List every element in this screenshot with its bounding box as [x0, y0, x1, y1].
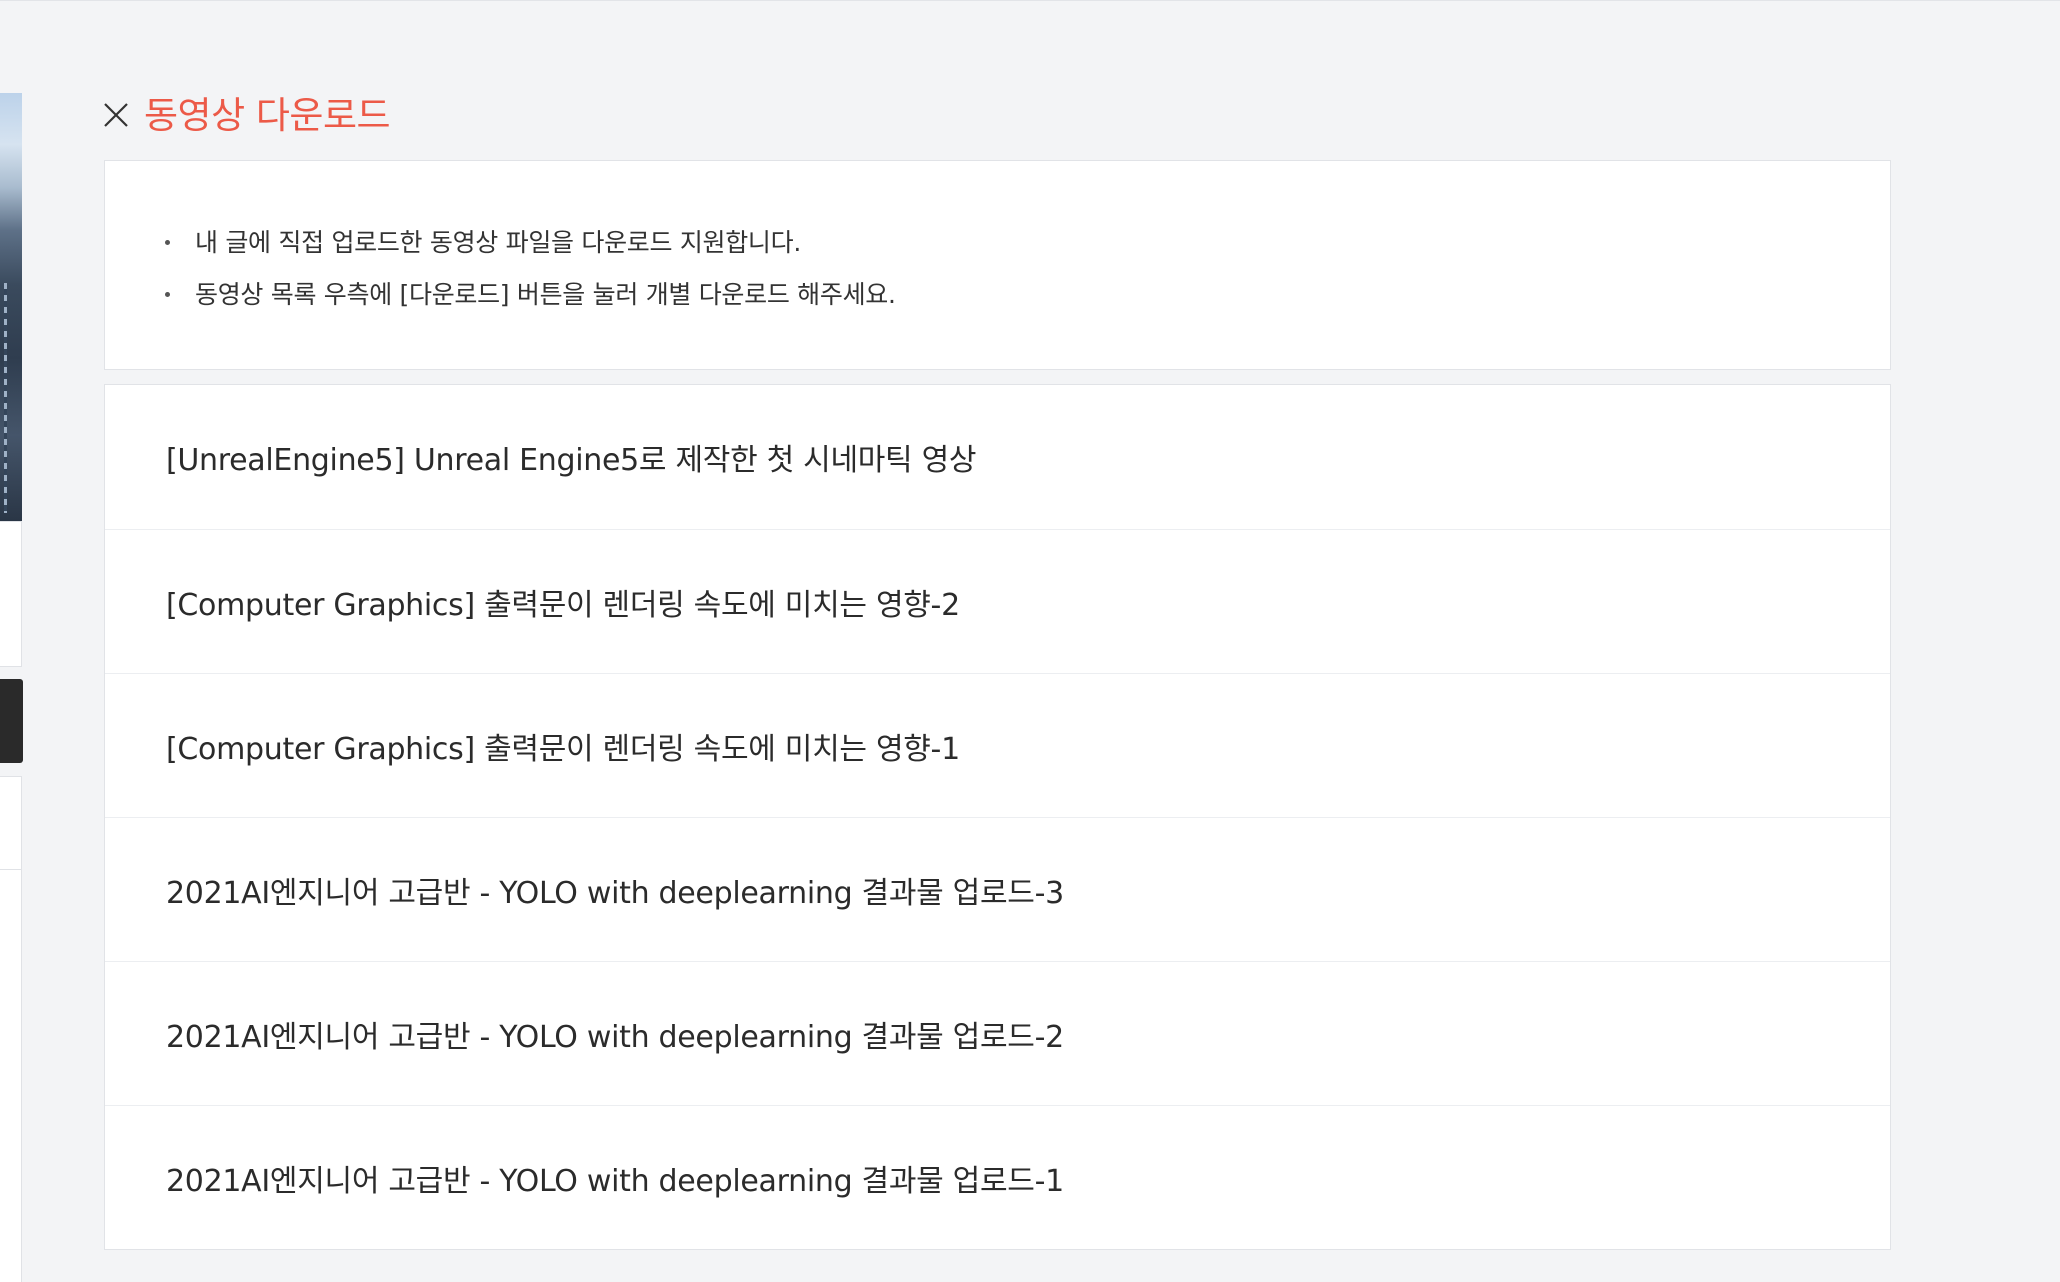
background-dark-button — [0, 679, 23, 763]
background-card — [0, 776, 22, 870]
close-icon — [104, 103, 128, 127]
panel-title: 동영상 다운로드 — [144, 94, 391, 137]
panel-header: 동영상 다운로드 — [100, 86, 391, 138]
video-list-item[interactable]: [Computer Graphics] 출력문이 렌더링 속도에 미치는 영향-… — [105, 673, 1890, 817]
video-list: [UnrealEngine5] Unreal Engine5로 제작한 첫 시네… — [104, 384, 1891, 1250]
top-divider — [0, 0, 2060, 1]
notice-list: 내 글에 직접 업로드한 동영상 파일을 다운로드 지원합니다. 동영상 목록 … — [163, 217, 1890, 321]
video-title: 2021AI엔지니어 고급반 - YOLO with deeplearning … — [166, 1163, 1064, 1199]
video-title: [Computer Graphics] 출력문이 렌더링 속도에 미치는 영향-… — [166, 731, 960, 767]
background-page-edge — [0, 0, 24, 1282]
video-title: 2021AI엔지니어 고급반 - YOLO with deeplearning … — [166, 875, 1064, 911]
background-card — [0, 870, 22, 1282]
video-title: [UnrealEngine5] Unreal Engine5로 제작한 첫 시네… — [166, 443, 977, 478]
video-list-item[interactable]: [Computer Graphics] 출력문이 렌더링 속도에 미치는 영향-… — [105, 529, 1890, 673]
background-card — [0, 521, 22, 667]
notice-item: 동영상 목록 우측에 [다운로드] 버튼을 눌러 개별 다운로드 해주세요. — [163, 269, 1890, 321]
notice-box: 내 글에 직접 업로드한 동영상 파일을 다운로드 지원합니다. 동영상 목록 … — [104, 160, 1891, 370]
video-list-item[interactable]: 2021AI엔지니어 고급반 - YOLO with deeplearning … — [105, 1105, 1890, 1249]
close-button[interactable] — [100, 99, 132, 131]
background-thumbnail-image — [0, 93, 22, 521]
bullet-icon — [165, 240, 170, 245]
bullet-icon — [165, 292, 170, 297]
notice-item: 내 글에 직접 업로드한 동영상 파일을 다운로드 지원합니다. — [163, 217, 1890, 269]
video-list-item[interactable]: 2021AI엔지니어 고급반 - YOLO with deeplearning … — [105, 961, 1890, 1105]
video-title: 2021AI엔지니어 고급반 - YOLO with deeplearning … — [166, 1019, 1064, 1055]
video-list-item[interactable]: [UnrealEngine5] Unreal Engine5로 제작한 첫 시네… — [105, 385, 1890, 529]
video-title: [Computer Graphics] 출력문이 렌더링 속도에 미치는 영향-… — [166, 587, 960, 623]
notice-text: 동영상 목록 우측에 [다운로드] 버튼을 눌러 개별 다운로드 해주세요. — [195, 280, 896, 309]
video-list-item[interactable]: 2021AI엔지니어 고급반 - YOLO with deeplearning … — [105, 817, 1890, 961]
notice-text: 내 글에 직접 업로드한 동영상 파일을 다운로드 지원합니다. — [195, 228, 801, 257]
